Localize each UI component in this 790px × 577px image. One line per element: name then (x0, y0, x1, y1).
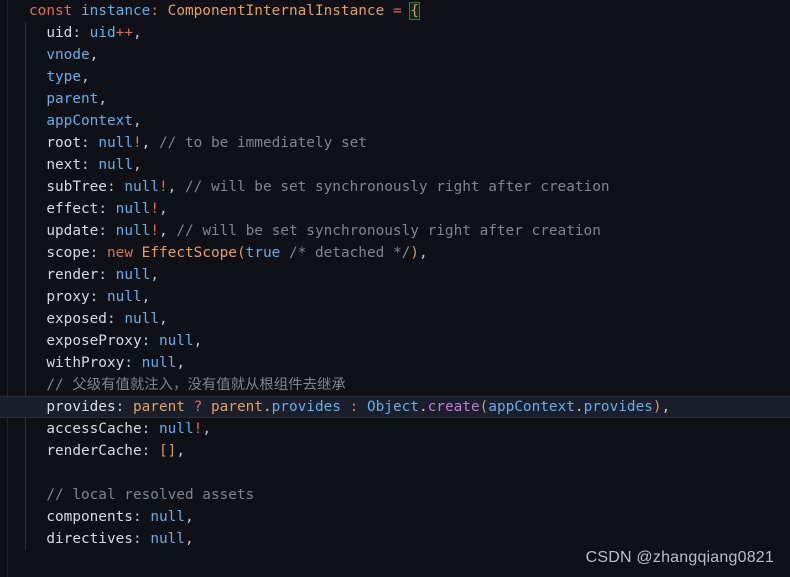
code-line[interactable]: scope: new EffectScope(true /* detached … (0, 242, 790, 264)
code-line[interactable]: next: null, (0, 154, 790, 176)
token-identifier-instance: instance (81, 3, 151, 19)
code-editor[interactable]: const instance: ComponentInternalInstanc… (0, 0, 790, 577)
code-line[interactable]: renderCache: [], (0, 440, 790, 462)
token-keyword-new: new (107, 245, 133, 261)
token-comment-chinese: // 父级有值就注入，没有值就从根组件去继承 (46, 377, 346, 393)
code-line[interactable]: render: null, (0, 264, 790, 286)
watermark-text: CSDN @zhangqiang0821 (585, 549, 774, 566)
code-line[interactable]: exposed: null, (0, 308, 790, 330)
code-line[interactable]: components: null, (0, 506, 790, 528)
code-line[interactable]: exposeProxy: null, (0, 330, 790, 352)
code-line[interactable]: // local resolved assets (0, 484, 790, 506)
token-function-create: create (427, 399, 480, 415)
code-line[interactable]: effect: null!, (0, 198, 790, 220)
code-line[interactable]: const instance: ComponentInternalInstanc… (0, 0, 790, 22)
token-type-annotation: ComponentInternalInstance (167, 3, 385, 19)
code-line[interactable]: appContext, (0, 110, 790, 132)
code-line-active[interactable]: provides: parent ? parent.provides : Obj… (0, 396, 790, 418)
code-line[interactable]: directives: null, (0, 528, 790, 550)
code-line[interactable]: parent, (0, 88, 790, 110)
token-inline-comment: /* detached */ (288, 245, 411, 261)
token-keyword-const: const (29, 3, 73, 19)
code-line[interactable]: root: null!, // to be immediately set (0, 132, 790, 154)
token-comment: // will be set synchronously right after… (185, 179, 610, 195)
code-line[interactable]: withProxy: null, (0, 352, 790, 374)
code-line[interactable]: type, (0, 66, 790, 88)
token-comment: // local resolved assets (46, 487, 255, 503)
code-line[interactable]: subTree: null!, // will be set synchrono… (0, 176, 790, 198)
code-line[interactable]: vnode, (0, 44, 790, 66)
code-line-comment-cn[interactable]: // 父级有值就注入，没有值就从根组件去继承 (0, 374, 790, 396)
token-matching-brace-open: { (409, 2, 420, 20)
code-line[interactable]: proxy: null, (0, 286, 790, 308)
code-content[interactable]: const instance: ComponentInternalInstanc… (0, 0, 790, 550)
code-line[interactable]: accessCache: null!, (0, 418, 790, 440)
code-line[interactable]: uid: uid++, (0, 22, 790, 44)
token-comment: // will be set synchronously right after… (176, 223, 601, 239)
token-comment: // to be immediately set (159, 135, 367, 151)
code-line-empty[interactable] (0, 462, 790, 484)
code-line[interactable]: update: null!, // will be set synchronou… (0, 220, 790, 242)
